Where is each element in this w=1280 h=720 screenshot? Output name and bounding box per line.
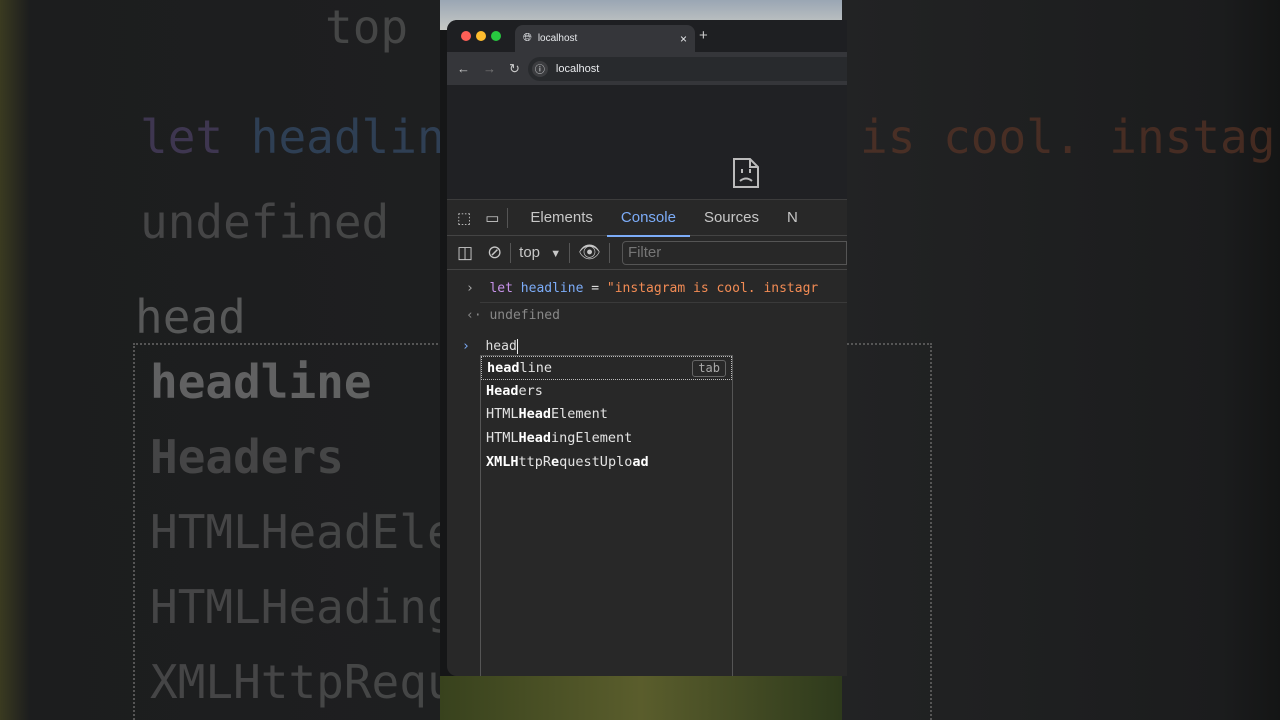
close-tab-icon[interactable]: × [680, 32, 687, 46]
echo-code: let headline [140, 110, 440, 164]
prompt-chevron-icon: › [462, 339, 470, 354]
result-value: undefined [489, 308, 560, 323]
completion-text: HTML [486, 406, 519, 423]
background-left: let headline undefined head headline Hea… [0, 0, 440, 720]
autocomplete-dropdown: headline tab Headers HTMLHeadElement HTMLHea… [480, 355, 733, 676]
console-prompt[interactable]: › head [462, 339, 847, 354]
echo-item: HTMLHeadingElement [150, 580, 440, 634]
browser-toolbar: ← → ↻ ⓘ localhost [447, 52, 847, 85]
context-selector[interactable]: top ▼ [519, 244, 561, 261]
match-text: ad [632, 453, 649, 470]
close-window-button[interactable] [461, 31, 471, 41]
autocomplete-item[interactable]: HTMLHeadingElement [481, 427, 732, 451]
info-icon: ⓘ [531, 60, 548, 77]
completion-text: HTML [486, 430, 519, 447]
console-panel: › let headline = "instagram is cool. ins… [447, 270, 847, 676]
minimize-window-button[interactable] [476, 31, 486, 41]
echo-item: headline [150, 355, 372, 409]
echo-string: is cool. instagr [860, 110, 1280, 164]
code-operator: = [591, 281, 600, 296]
sidebar-toggle-icon[interactable]: ◫ [457, 243, 473, 263]
autocomplete-item[interactable]: Headers [481, 380, 732, 404]
tab-title: localhost [537, 33, 578, 44]
autocomplete-item[interactable]: XMLHttpRequestUpload [481, 451, 732, 475]
code-identifier: headline [520, 281, 584, 296]
console-input-text[interactable]: head [485, 339, 516, 354]
sad-page-icon [733, 158, 759, 188]
page-content [447, 85, 847, 200]
devtools-tabs: ⬚ ▭ Elements Console Sources N [447, 200, 847, 237]
tab-sources[interactable]: Sources [690, 200, 773, 236]
live-expression-eye-icon[interactable]: 👁︎ [578, 242, 601, 263]
completion-text: line [519, 360, 553, 376]
match-text: XMLH [486, 453, 519, 470]
tab-bar: 🌐︎ localhost × + [447, 20, 847, 52]
new-tab-button[interactable]: + [699, 27, 708, 44]
completion-text: ttpR [518, 453, 552, 470]
echo-item: HTMLHeadElement [150, 505, 440, 559]
reload-icon[interactable]: ↻ [509, 61, 520, 77]
match-text: head [487, 360, 520, 376]
back-icon[interactable]: ← [457, 61, 470, 76]
echo-top: top [325, 0, 409, 54]
background-right: is cool. instagr [842, 0, 1280, 720]
console-input-line: › let headline = "instagram is cool. ins… [466, 281, 847, 296]
maximize-window-button[interactable] [491, 31, 501, 41]
tab-elements[interactable]: Elements [516, 200, 607, 236]
tab-console[interactable]: Console [606, 200, 691, 237]
url-text: localhost [555, 62, 600, 75]
echo-autocomplete [842, 343, 932, 720]
filter-input[interactable] [621, 240, 847, 265]
match-text: Head [518, 430, 552, 447]
match-text: Head [486, 382, 519, 399]
inspect-element-icon[interactable]: ⬚ [457, 209, 471, 227]
wallpaper-ground [440, 676, 842, 720]
match-text: Head [518, 406, 552, 423]
browser-window: 🌐︎ localhost × + ← → ↻ ⓘ localhost ⬚ ▭ E… [447, 20, 847, 676]
code-keyword: let [489, 281, 513, 296]
browser-tab[interactable]: 🌐︎ localhost × [515, 25, 695, 52]
dropdown-arrow-icon: ▼ [550, 248, 562, 260]
clear-console-icon[interactable]: ⊘ [487, 242, 502, 263]
completion-text: ers [518, 382, 543, 399]
address-bar[interactable]: ⓘ localhost [527, 56, 847, 81]
context-label: top [519, 244, 541, 261]
completion-text: Element [551, 406, 608, 423]
autocomplete-item[interactable]: HTMLHeadElement [481, 403, 732, 427]
tab-hint-badge: tab [692, 360, 726, 377]
echo-item: XMLHttpRequestUpload [150, 655, 440, 709]
device-toolbar-icon[interactable]: ▭ [485, 209, 499, 227]
code-string: "instagram is cool. instagr [606, 281, 819, 296]
console-result-line: ‹· undefined [466, 308, 847, 323]
echo-undefined: undefined [140, 195, 390, 249]
prompt-chevron-icon: › [466, 281, 474, 296]
completion-text: ingElement [551, 430, 633, 447]
forward-icon[interactable]: → [483, 61, 496, 76]
match-text: e [551, 453, 560, 470]
completion-text: questUplo [559, 453, 633, 470]
result-arrow-icon: ‹· [466, 308, 482, 323]
echo-input: head [135, 290, 246, 344]
autocomplete-item[interactable]: headline tab [481, 356, 732, 380]
globe-icon: 🌐︎ [523, 32, 532, 44]
echo-item: Headers [150, 430, 344, 484]
console-toolbar: ◫ ⊘ top ▼ 👁︎ [447, 236, 847, 270]
tab-more[interactable]: N [773, 200, 812, 236]
